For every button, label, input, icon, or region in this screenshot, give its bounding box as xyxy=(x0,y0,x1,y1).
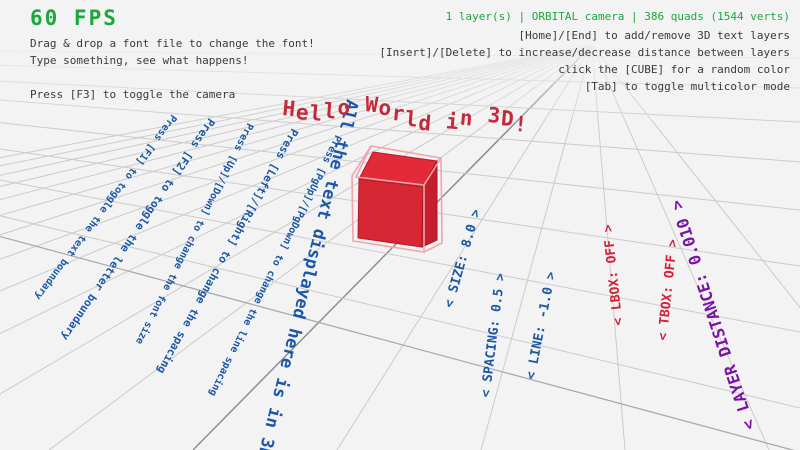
hud-top-left: 60 FPS Drag & drop a font file to change… xyxy=(30,10,315,103)
spacer xyxy=(30,69,315,86)
hint-layer-distance: [Insert]/[Delete] to increase/decrease d… xyxy=(379,44,790,61)
status-bar: 1 layer(s) | ORBITAL camera | 386 quads … xyxy=(379,8,790,25)
hint-drag-drop: Drag & drop a font file to change the fo… xyxy=(30,35,315,52)
hint-multicolor: [Tab] to toggle multicolor mode xyxy=(379,78,790,95)
hint-layers: [Home]/[End] to add/remove 3D text layer… xyxy=(379,27,790,44)
color-cube[interactable] xyxy=(340,134,460,259)
fps-counter: 60 FPS xyxy=(30,10,315,27)
hint-type: Type something, see what happens! xyxy=(30,52,315,69)
hint-cube-color: click the [CUBE] for a random color xyxy=(379,61,790,78)
hud-top-right: 1 layer(s) | ORBITAL camera | 386 quads … xyxy=(379,8,790,95)
hint-camera-toggle: Press [F3] to toggle the camera xyxy=(30,86,315,103)
